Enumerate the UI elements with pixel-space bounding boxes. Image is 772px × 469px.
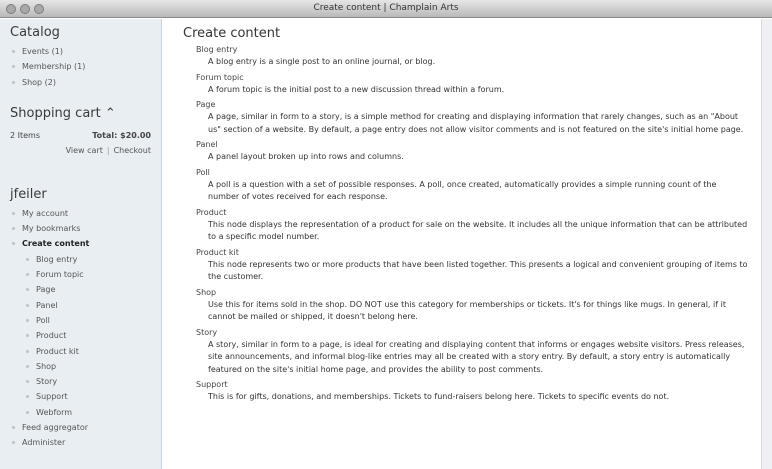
content-type-link[interactable]: Poll [196,167,760,179]
content-type-description: This is for gifts, donations, and member… [208,392,670,401]
content-type-link[interactable]: Product [196,207,760,219]
nav-blog-entry[interactable]: Blog entry [10,252,161,267]
window-titlebar: Create content | Champlain Arts [0,0,772,18]
nav-my-account[interactable]: My account [10,206,161,221]
catalog-item-shop[interactable]: Shop (2) [10,75,161,90]
content-type-entry: Product This node displays the represent… [196,207,760,244]
content-type-description: A poll is a question with a set of possi… [208,179,717,202]
nav-product-kit[interactable]: Product kit [10,344,161,359]
content-type-entry: Page A page, similar in form to a story,… [196,99,760,136]
content-type-entry: Forum topic A forum topic is the initial… [196,72,760,97]
content-type-link[interactable]: Product kit [196,247,760,259]
nav-my-bookmarks[interactable]: My bookmarks [10,221,161,236]
nav-administer[interactable]: Administer [10,435,161,450]
content-type-entry: Poll A poll is a question with a set of … [196,167,760,204]
checkout-link[interactable]: Checkout [114,146,151,155]
content-type-entry: Blog entry A blog entry is a single post… [196,44,760,69]
nav-support[interactable]: Support [10,389,161,404]
content-type-description: This node displays the representation of… [208,219,748,242]
content-type-description: A blog entry is a single post to an onli… [208,57,436,66]
sidebar: Catalog Events (1) Membership (1) Shop (… [0,19,162,469]
content-type-link[interactable]: Page [196,99,760,111]
content-type-entry: Panel A panel layout broken up into rows… [196,139,760,164]
nav-feed-aggregator[interactable]: Feed aggregator [10,420,161,435]
content-type-link[interactable]: Story [196,327,760,339]
catalog-item-events[interactable]: Events (1) [10,44,161,59]
content-type-entry: Product kit This node represents two or … [196,247,760,284]
content-type-description: A page, similar in form to a story, is a… [208,112,744,134]
content-type-description: A panel layout broken up into rows and c… [208,152,404,161]
content-type-description: A forum topic is the initial post to a n… [208,84,505,94]
page-title: Create content [183,26,281,41]
catalog-item-membership[interactable]: Membership (1) [10,59,161,74]
content-type-entry: Story A story, similar in form to a page… [196,327,760,377]
window-title: Create content | Champlain Arts [313,3,459,13]
cart-links: View cart | Checkout [0,146,151,155]
content-type-description: A story, similar in form to a page, is i… [208,339,745,374]
content-type-description: Use this for items sold in the shop. DO … [208,299,726,322]
nav-poll[interactable]: Poll [10,313,161,328]
nav-create-content[interactable]: Create content [10,236,161,251]
nav-panel[interactable]: Panel [10,298,161,313]
main-content: Create content Blog entry A blog entry i… [170,19,760,469]
catalog-list: Events (1) Membership (1) Shop (2) [10,44,161,90]
nav-shop[interactable]: Shop [10,359,161,374]
nav-story[interactable]: Story [10,374,161,389]
view-cart-link[interactable]: View cart [66,146,103,155]
cart-summary: 2 Items Total: $20.00 [10,131,151,140]
content-type-link[interactable]: Blog entry [196,44,760,56]
vertical-scrollbar[interactable] [761,19,772,469]
cart-total: Total: $20.00 [92,130,151,140]
catalog-heading: Catalog [10,25,60,40]
cart-link-separator: | [106,145,110,155]
content-type-link[interactable]: Forum topic [196,72,760,84]
shopping-cart-heading[interactable]: Shopping cart ⌃ [10,106,161,121]
content-type-link[interactable]: Panel [196,139,760,151]
nav-product[interactable]: Product [10,328,161,343]
user-menu-list: My account My bookmarks Create content B… [10,206,161,451]
content-type-entry: Shop Use this for items sold in the shop… [196,287,760,324]
cart-items-count: 2 Items [10,130,41,140]
content-type-entry: Support This is for gifts, donations, an… [196,379,760,404]
content-type-link[interactable]: Support [196,379,760,391]
content-type-description: This node represents two or more product… [208,259,748,282]
nav-webform[interactable]: Webform [10,405,161,420]
content-type-link[interactable]: Shop [196,287,760,299]
nav-forum-topic[interactable]: Forum topic [10,267,161,282]
user-menu-heading: jfeiler [10,186,47,202]
nav-page[interactable]: Page [10,282,161,297]
